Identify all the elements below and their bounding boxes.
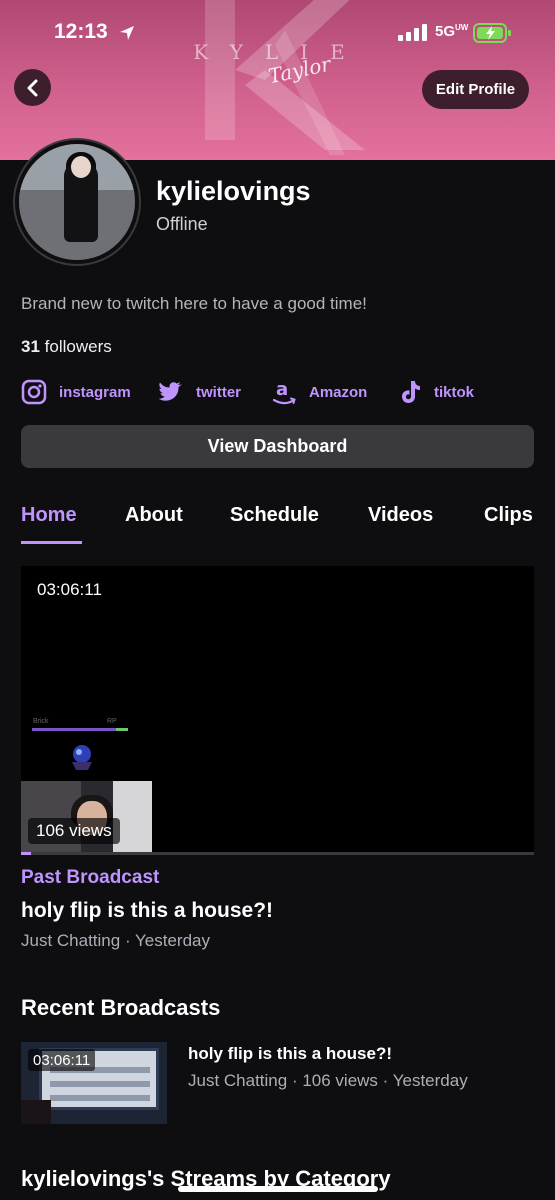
video-title[interactable]: holy flip is this a house?! xyxy=(21,899,273,923)
video-meta: Just Chatting · Yesterday xyxy=(21,931,211,950)
amazon-icon: a xyxy=(272,379,296,405)
recent-video-thumbnail[interactable]: 03:06:11 xyxy=(21,1042,167,1124)
twitter-icon xyxy=(158,382,182,401)
social-link-tiktok[interactable]: tiktok xyxy=(398,378,474,406)
game-hud-label-right: RP xyxy=(107,718,117,725)
tab-home[interactable]: Home xyxy=(21,504,77,527)
recent-video-title[interactable]: holy flip is this a house?! xyxy=(188,1044,392,1064)
video-type-label: Past Broadcast xyxy=(21,867,160,888)
tab-videos[interactable]: Videos xyxy=(368,504,433,527)
video-duration: 03:06:11 xyxy=(37,580,102,599)
home-indicator[interactable] xyxy=(178,1186,378,1192)
followers-count[interactable]: 31 followers xyxy=(21,337,112,357)
profile-bio: Brand new to twitch here to have a good … xyxy=(21,294,367,313)
social-link-instagram[interactable]: instagram xyxy=(21,378,131,406)
social-link-amazon[interactable]: a Amazon xyxy=(271,378,367,406)
game-hud-label: Brick xyxy=(33,718,49,725)
status-bar: 12:13 5GUW xyxy=(0,0,555,66)
edit-profile-button[interactable]: Edit Profile xyxy=(422,70,529,109)
tiktok-icon xyxy=(402,381,420,403)
instagram-icon xyxy=(21,379,47,405)
signal-bars-icon xyxy=(398,24,427,41)
game-character-sprite xyxy=(72,745,92,770)
location-arrow-icon xyxy=(120,26,134,40)
watch-progress-fill xyxy=(21,852,32,855)
watch-progress-bar xyxy=(21,852,534,855)
avatar[interactable] xyxy=(15,140,139,264)
social-link-twitter[interactable]: twitter xyxy=(158,378,241,406)
svg-text:a: a xyxy=(276,379,288,400)
network-type: 5GUW xyxy=(435,23,469,40)
featured-video-thumbnail[interactable]: 03:06:11 Brick RP 106 views xyxy=(21,566,534,853)
game-health-bar xyxy=(32,728,128,731)
status-time: 12:13 xyxy=(54,20,108,43)
back-button[interactable] xyxy=(14,69,51,106)
view-count-badge: 106 views xyxy=(28,818,120,844)
tab-schedule[interactable]: Schedule xyxy=(230,504,319,527)
profile-username: kylielovings xyxy=(156,176,311,206)
battery-charging-icon xyxy=(473,23,511,43)
active-tab-indicator xyxy=(21,541,82,544)
recent-video-meta: Just Chatting · 106 views · Yesterday xyxy=(188,1071,468,1090)
chevron-left-icon xyxy=(27,79,37,96)
tab-clips[interactable]: Clips xyxy=(484,504,533,527)
tab-about[interactable]: About xyxy=(125,504,183,527)
view-dashboard-button[interactable]: View Dashboard xyxy=(21,425,534,468)
social-links: instagram twitter a Amazon tiktok xyxy=(21,378,541,406)
profile-tabs: Home About Schedule Videos Clips xyxy=(0,500,555,546)
presence-status: Offline xyxy=(156,214,208,234)
recent-video-duration: 03:06:11 xyxy=(28,1049,96,1071)
recent-broadcasts-heading: Recent Broadcasts xyxy=(21,995,221,1020)
